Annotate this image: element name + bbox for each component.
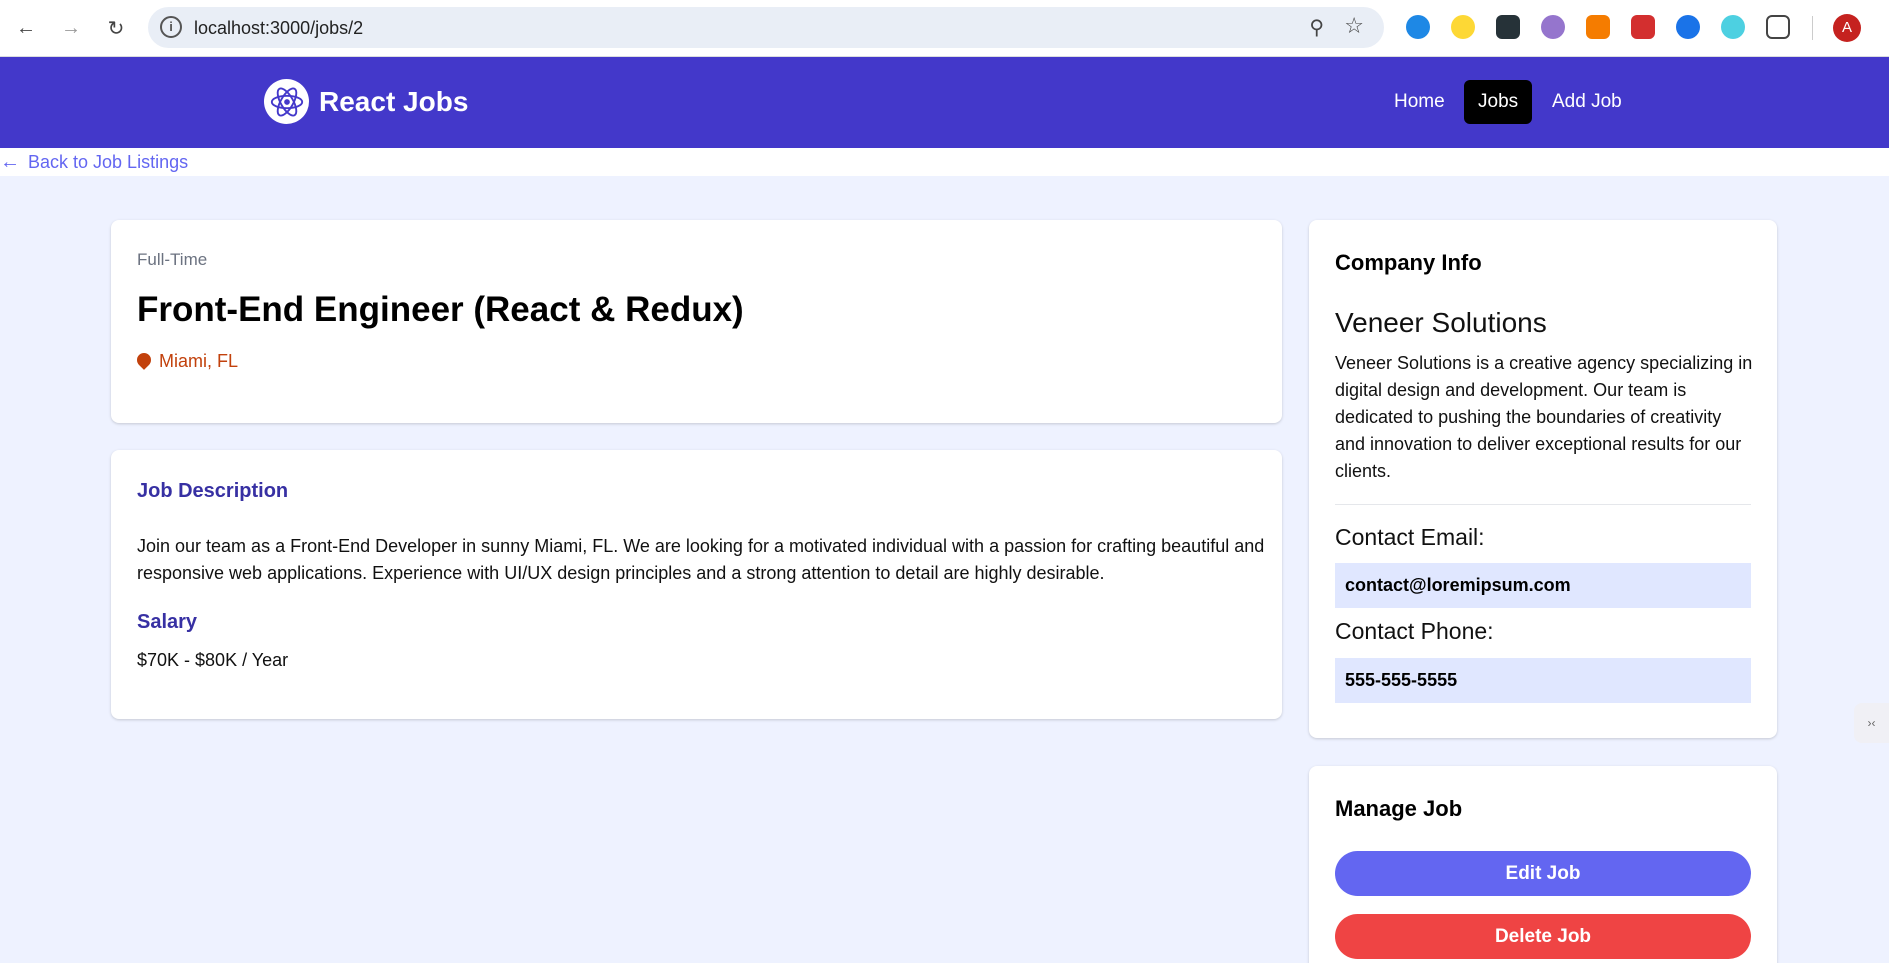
contact-email-value: contact@loremipsum.com (1335, 563, 1751, 608)
company-description: Veneer Solutions is a creative agency sp… (1335, 353, 1753, 481)
job-location: Miami, FL (134, 349, 239, 372)
back-bar: ← Back to Job Listings (0, 148, 1889, 176)
brand-title: React Jobs (319, 85, 469, 117)
metamask-icon[interactable] (1586, 15, 1610, 39)
divider (1335, 504, 1751, 505)
brand-link[interactable]: React Jobs (264, 79, 468, 124)
contact-email-label: Contact Email: (1335, 524, 1485, 550)
contact-phone-value: 555-555-5555 (1335, 658, 1751, 703)
map-pin-icon (134, 349, 154, 370)
nav-jobs[interactable]: Jobs (1464, 80, 1533, 124)
url-text[interactable]: localhost:3000/jobs/2 (194, 18, 363, 39)
forward-arrow-icon[interactable]: → (55, 12, 87, 44)
extension-icon[interactable] (1451, 15, 1475, 39)
job-description-card: Job Description Join our team as a Front… (111, 450, 1282, 719)
arrow-left-icon: ← (0, 151, 20, 173)
description-text: Join our team as a Front-End Developer i… (137, 536, 1265, 583)
react-logo-icon (264, 79, 309, 124)
divider (1812, 16, 1813, 40)
job-type: Full-Time (137, 250, 208, 269)
bookmark-star-icon[interactable]: ☆ (1344, 13, 1364, 39)
job-title: Front-End Engineer (React & Redux) (137, 290, 744, 329)
delete-job-button[interactable]: Delete Job (1335, 914, 1751, 959)
address-bar[interactable]: i localhost:3000/jobs/2 ⚲ ☆ (148, 7, 1384, 48)
contact-phone-label: Contact Phone: (1335, 618, 1494, 644)
edit-job-button[interactable]: Edit Job (1335, 851, 1751, 896)
extension-icon[interactable] (1541, 15, 1565, 39)
description-heading: Job Description (137, 480, 289, 502)
company-name: Veneer Solutions (1335, 307, 1547, 338)
browser-toolbar: ← → ↻ i localhost:3000/jobs/2 ⚲ ☆ A (0, 0, 1889, 57)
extension-icon[interactable] (1631, 15, 1655, 39)
extension-icon[interactable] (1676, 15, 1700, 39)
reload-icon[interactable]: ↻ (100, 12, 132, 44)
back-to-listings-link[interactable]: ← Back to Job Listings (0, 151, 188, 174)
job-location-text: Miami, FL (159, 351, 239, 371)
profile-avatar[interactable]: A (1833, 14, 1861, 42)
app-navbar: React Jobs Home Jobs Add Job (0, 57, 1889, 148)
nav-add-job[interactable]: Add Job (1538, 80, 1636, 124)
back-link-label: Back to Job Listings (28, 152, 189, 172)
side-panel-toggle-icon[interactable]: ›‹ (1854, 703, 1889, 743)
salary-text: $70K - $80K / Year (137, 650, 289, 670)
back-arrow-icon[interactable]: ← (10, 12, 42, 44)
manage-job-heading: Manage Job (1335, 796, 1463, 821)
extension-icon[interactable] (1496, 15, 1520, 39)
salary-heading: Salary (137, 611, 198, 633)
site-info-icon[interactable]: i (160, 16, 182, 38)
react-devtools-icon[interactable] (1721, 15, 1745, 39)
company-info-heading: Company Info (1335, 250, 1482, 275)
extension-icon[interactable] (1406, 15, 1430, 39)
zoom-icon[interactable]: ⚲ (1309, 15, 1324, 40)
company-info-card: Company Info Veneer Solutions Veneer Sol… (1309, 220, 1777, 738)
puzzle-icon[interactable] (1766, 15, 1790, 39)
job-header-card: Full-Time Front-End Engineer (React & Re… (111, 220, 1282, 423)
nav-home[interactable]: Home (1380, 80, 1459, 124)
